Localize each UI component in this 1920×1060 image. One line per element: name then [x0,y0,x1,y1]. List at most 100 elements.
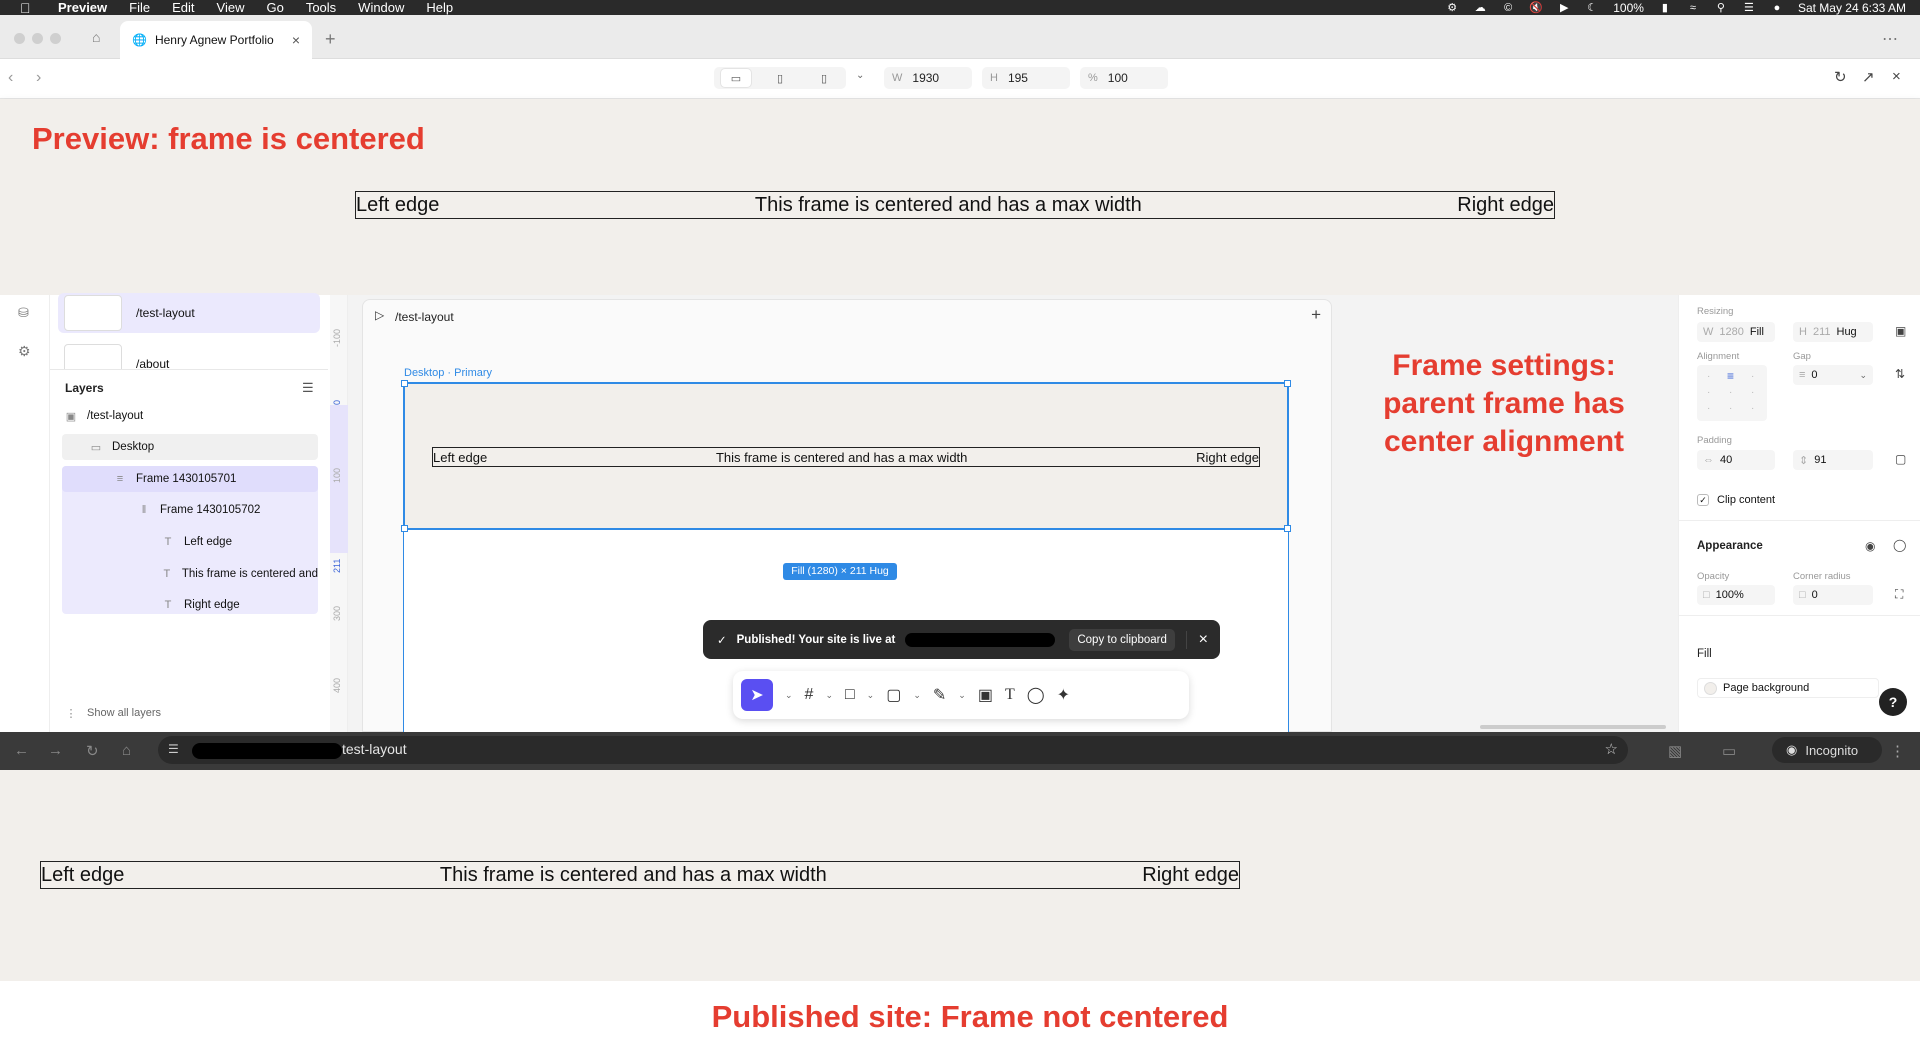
clip-content-checkbox[interactable]: ✓ Clip content [1697,494,1775,506]
layers-options-icon[interactable]: ☰ [302,380,314,396]
toast-close-icon[interactable]: × [1185,630,1208,649]
extension-icon[interactable]: ⚙ [1445,2,1459,14]
address-bar[interactable]: ☰ test-layout ☆ [158,736,1628,764]
component-tool-icon[interactable]: □ [845,686,855,704]
back-icon[interactable]: ‹ [8,69,13,87]
padding-horizontal-input[interactable]: ⇔ 40 [1697,450,1775,470]
cloud-icon[interactable]: ☁ [1473,2,1487,14]
home-icon[interactable]: ⌂ [92,29,100,45]
resize-handle[interactable] [401,525,408,532]
image-tool-icon[interactable]: ▣ [978,685,993,705]
layer-desktop[interactable]: ▭ Desktop [62,434,318,460]
new-tab-icon[interactable]: + [325,29,336,50]
width-input[interactable]: W 1280 Fill [1697,322,1775,342]
fill-input[interactable]: Page background [1697,678,1879,698]
tab-henry-agnew-portfolio[interactable]: 🌐 Henry Agnew Portfolio × [120,21,312,59]
opacity-input[interactable]: □ 100% [1697,585,1775,605]
copyright-icon[interactable]: © [1501,2,1515,14]
wifi-icon[interactable]: ≈ [1686,2,1700,14]
mute-icon[interactable]: 🔇 [1529,2,1543,14]
layer-right-edge[interactable]: T Right edge [62,592,318,618]
window-minimize-button[interactable] [32,33,43,44]
play-icon[interactable]: ▶ [1557,2,1571,14]
battery-icon[interactable]: ▮ [1658,2,1672,14]
menu-app-name[interactable]: Preview [58,0,107,15]
menu-help[interactable]: Help [426,0,453,15]
menu-edit[interactable]: Edit [172,0,194,15]
chevron-down-icon[interactable]: ⌄ [867,690,875,701]
add-breakpoint-icon[interactable]: + [1311,305,1321,325]
moon-icon[interactable]: ☾ [1585,2,1599,14]
help-icon[interactable]: ? [1879,688,1907,716]
menu-view[interactable]: View [217,0,245,15]
corner-expand-icon[interactable]: ⛶ [1895,587,1903,602]
chevron-down-icon[interactable]: ⌄ [1859,370,1867,381]
layer-center-text[interactable]: T This frame is centered and [62,561,318,587]
chevron-down-icon[interactable]: ⌄ [958,690,966,701]
window-close-button[interactable] [14,33,25,44]
aspect-ratio-icon[interactable]: ▣ [1895,324,1906,338]
site-settings-icon[interactable]: ☰ [168,742,179,756]
datetime[interactable]: Sat May 24 6:33 AM [1798,1,1906,15]
back-icon[interactable]: ← [14,742,29,759]
extensions-icon[interactable]: ▧ [1668,742,1682,760]
resize-handle[interactable] [401,380,408,387]
visibility-eye-icon[interactable]: ◉ [1865,539,1875,553]
selected-frame-1430105701[interactable]: Left edge This frame is centered and has… [401,380,1291,532]
reload-icon[interactable]: ↻ [1834,68,1847,86]
align-center-icon[interactable]: ≡ [1727,369,1734,383]
menu-window[interactable]: Window [358,0,404,15]
resize-handle[interactable] [1284,380,1291,387]
alignment-grid[interactable]: · ≡ · · · · · · · [1697,365,1767,421]
settings-gear-icon[interactable]: ⚙ [18,343,31,360]
copy-to-clipboard-button[interactable]: Copy to clipboard [1069,628,1175,651]
blend-drop-icon[interactable]: ◯ [1893,538,1906,552]
bookmark-star-icon[interactable]: ☆ [1605,740,1618,758]
close-tab-icon[interactable]: × [292,32,300,48]
layer-frame-1430105702[interactable]: ‖ Frame 1430105702 [62,497,318,523]
show-all-layers-button[interactable]: ⋮ Show all layers [65,700,265,726]
search-icon[interactable]: ⚲ [1714,2,1728,14]
device-dropdown-chevron-icon[interactable]: ⌄ [856,70,864,81]
padding-expand-icon[interactable]: ▢ [1895,452,1906,466]
width-field[interactable]: W 1930 [884,67,972,89]
select-tool-icon[interactable]: ➤ [741,679,773,711]
height-input[interactable]: H 211 Hug [1793,322,1873,342]
tablet-device-icon[interactable]: ▯ [765,69,795,87]
more-icon[interactable]: ⋯ [1882,29,1900,49]
desktop-device-icon[interactable]: ▭ [721,69,751,87]
forward-icon[interactable]: → [48,742,63,759]
incognito-badge[interactable]: ◉ Incognito [1772,737,1882,763]
reload-icon[interactable]: ↻ [86,742,99,760]
ai-sparkle-tool-icon[interactable]: ✦ [1057,685,1070,705]
layer-test-layout[interactable]: ▣ /test-layout [65,403,315,429]
more-vertical-icon[interactable]: ⋮ [1890,742,1905,760]
rectangle-tool-icon[interactable]: ▢ [886,685,901,705]
canvas-inner-frame[interactable]: Left edge This frame is centered and has… [432,447,1260,467]
frame-tool-icon[interactable]: # [805,686,814,704]
phone-device-icon[interactable]: ▯ [809,69,839,87]
corner-radius-input[interactable]: □ 0 [1793,585,1873,605]
chevron-down-icon[interactable]: ⌄ [785,690,793,701]
menu-file[interactable]: File [129,0,150,15]
control-center-icon[interactable]: ☰ [1742,2,1756,14]
siri-icon[interactable]: ● [1770,2,1784,14]
layout-options-icon[interactable]: ⇅ [1895,367,1905,381]
breakpoint-label[interactable]: Desktop · Primary [404,367,492,379]
comment-tool-icon[interactable]: ◯ [1027,685,1045,705]
cast-icon[interactable]: ▭ [1722,742,1736,760]
height-field[interactable]: H 195 [982,67,1070,89]
pen-tool-icon[interactable]: ✎ [933,685,946,705]
chevron-down-icon[interactable]: ⌄ [913,690,921,701]
preview-play-icon[interactable]: ▷ [375,308,384,322]
text-tool-icon[interactable]: T [1005,686,1015,704]
apple-icon[interactable]:  [20,1,34,15]
open-external-icon[interactable]: ↗ [1862,68,1875,86]
menu-tools[interactable]: Tools [306,0,336,15]
chevron-down-icon[interactable]: ⌄ [825,690,833,701]
horizontal-scrollbar[interactable] [1480,725,1666,729]
database-icon[interactable]: ⛁ [18,305,29,321]
gap-input[interactable]: ≡ 0 ⌄ [1793,365,1873,385]
canvas[interactable]: ▷ /test-layout + Desktop · Primary Left … [348,295,1678,737]
menu-go[interactable]: Go [266,0,283,15]
